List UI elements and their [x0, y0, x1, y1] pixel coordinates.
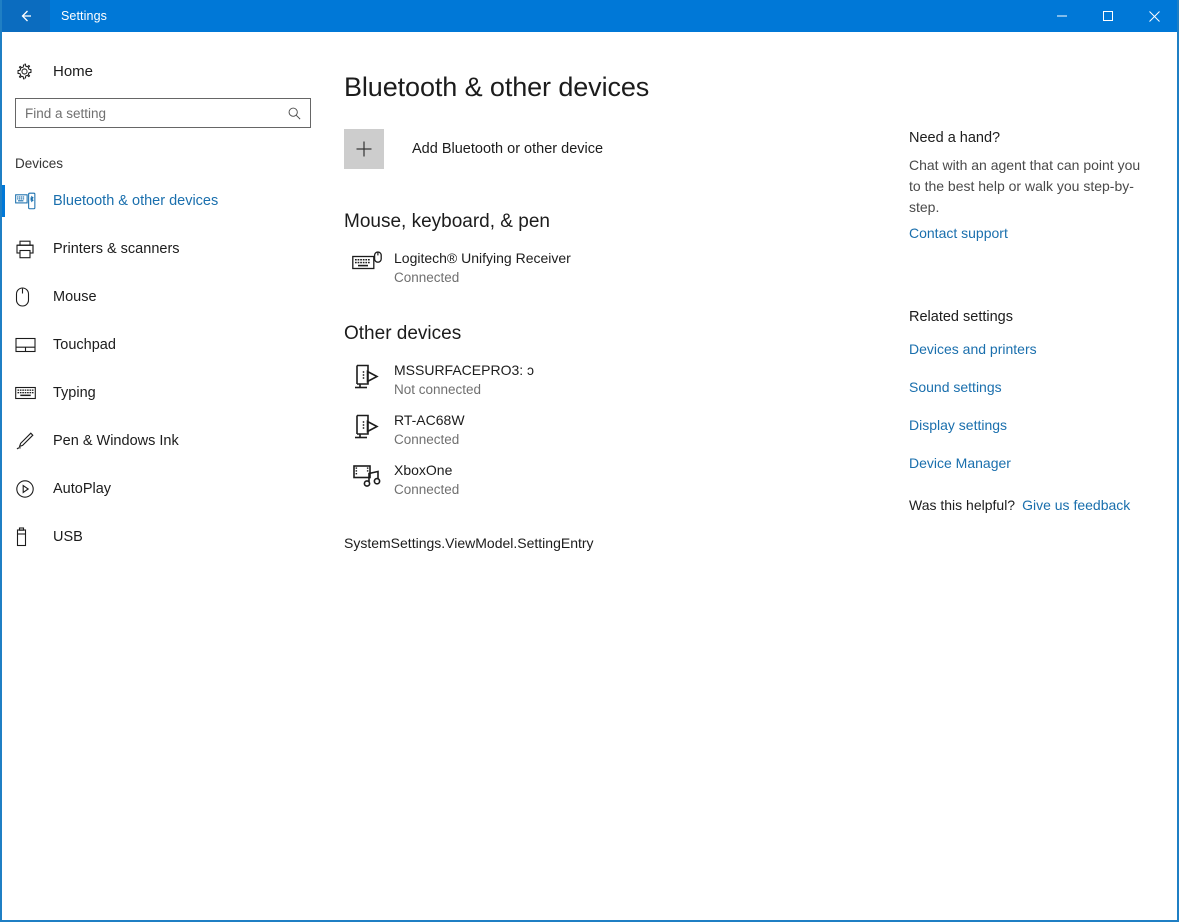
sidebar-nav: Bluetooth & other devices — [2, 177, 324, 561]
search-box[interactable] — [15, 98, 311, 128]
device-status: Connected — [394, 482, 459, 497]
device-list-item[interactable]: MSSURFACEPRO3: ɔ Not connected — [344, 355, 909, 405]
device-group: Mouse, keyboard, & pen — [344, 211, 909, 293]
sidebar-item-label: Mouse — [45, 289, 97, 305]
sidebar-item-label: Pen & Windows Ink — [45, 433, 179, 449]
minimize-button[interactable] — [1039, 0, 1085, 32]
device-status: Not connected — [394, 382, 481, 397]
device-group: Other devices MSSURFACEPRO3: — [344, 323, 909, 505]
gear-icon — [15, 62, 45, 81]
window-body: Home Devices — [2, 32, 1177, 920]
sidebar-section-label: Devices — [2, 128, 324, 177]
device-status: Connected — [394, 432, 459, 447]
keyboard-icon — [15, 386, 45, 400]
devices-and-printers-link[interactable]: Devices and printers — [909, 341, 1177, 357]
title-bar: Settings — [2, 0, 1177, 32]
sidebar-item-touchpad[interactable]: Touchpad — [2, 321, 324, 369]
cast-display-icon — [344, 410, 390, 441]
device-manager-link[interactable]: Device Manager — [909, 455, 1177, 471]
rail-spacer — [909, 263, 1177, 309]
minimize-icon — [1056, 10, 1068, 22]
device-info: XboxOne Connected — [390, 460, 459, 500]
device-list-item[interactable]: XboxOne Connected — [344, 455, 909, 505]
sidebar-item-bluetooth-other-devices[interactable]: Bluetooth & other devices — [2, 177, 324, 225]
sidebar-item-pen-windows-ink[interactable]: Pen & Windows Ink — [2, 417, 324, 465]
help-heading: Need a hand? — [909, 130, 1177, 146]
back-button[interactable] — [2, 0, 50, 32]
device-name: MSSURFACEPRO3: ɔ — [394, 362, 534, 378]
device-status: Connected — [394, 270, 459, 285]
sidebar-item-autoplay[interactable]: AutoPlay — [2, 465, 324, 513]
search-container — [2, 98, 324, 128]
sidebar-item-label: USB — [45, 529, 83, 545]
contact-support-link[interactable]: Contact support — [909, 225, 1177, 241]
search-icon[interactable] — [284, 103, 304, 123]
give-us-feedback-link[interactable]: Give us feedback — [1022, 497, 1130, 513]
maximize-button[interactable] — [1085, 0, 1131, 32]
printer-icon — [15, 240, 45, 259]
touchpad-icon — [15, 337, 45, 353]
sidebar-item-label: Bluetooth & other devices — [45, 193, 218, 209]
sidebar-item-label: AutoPlay — [45, 481, 111, 497]
sidebar-item-label: Touchpad — [45, 337, 116, 353]
usb-icon — [15, 527, 45, 547]
bluetooth-devices-icon — [15, 192, 45, 210]
home-label: Home — [45, 63, 93, 80]
back-arrow-icon — [16, 6, 36, 26]
device-group-title: Other devices — [344, 323, 909, 345]
settings-entry-debug-text: SystemSettings.ViewModel.SettingEntry — [344, 535, 909, 551]
sidebar-item-mouse[interactable]: Mouse — [2, 273, 324, 321]
feedback-row: Was this helpful? Give us feedback — [909, 497, 1177, 513]
cast-display-icon — [344, 360, 390, 391]
device-group-title: Mouse, keyboard, & pen — [344, 211, 909, 233]
settings-window: Settings — [0, 0, 1179, 922]
device-list-item[interactable]: Logitech® Unifying Receiver Connected — [344, 243, 909, 293]
add-device-button[interactable]: Add Bluetooth or other device — [344, 129, 909, 169]
pen-icon — [15, 431, 45, 451]
device-name: Logitech® Unifying Receiver — [394, 250, 571, 266]
display-settings-link[interactable]: Display settings — [909, 417, 1177, 433]
keyboard-mouse-icon — [344, 248, 390, 273]
related-settings-links: Devices and printers Sound settings Disp… — [909, 341, 1177, 471]
feedback-question: Was this helpful? — [909, 497, 1015, 513]
plus-icon — [344, 129, 384, 169]
close-button[interactable] — [1131, 0, 1177, 32]
sidebar-item-usb[interactable]: USB — [2, 513, 324, 561]
sidebar: Home Devices — [2, 32, 324, 920]
maximize-icon — [1102, 10, 1114, 22]
close-icon — [1148, 10, 1161, 23]
sidebar-item-home[interactable]: Home — [2, 54, 324, 88]
related-settings-heading: Related settings — [909, 309, 1177, 325]
device-info: Logitech® Unifying Receiver Connected — [390, 248, 571, 288]
mouse-icon — [15, 287, 45, 307]
search-input[interactable] — [16, 99, 310, 127]
sidebar-item-label: Typing — [45, 385, 96, 401]
page-title: Bluetooth & other devices — [344, 72, 909, 103]
device-name: RT-AC68W — [394, 412, 465, 428]
sidebar-item-label: Printers & scanners — [45, 241, 180, 257]
device-list-item[interactable]: RT-AC68W Connected — [344, 405, 909, 455]
titlebar-drag-region — [107, 0, 1039, 32]
media-device-icon — [344, 460, 390, 489]
device-info: MSSURFACEPRO3: ɔ Not connected — [390, 360, 534, 400]
window-title: Settings — [50, 0, 107, 32]
right-rail: Need a hand? Chat with an agent that can… — [909, 32, 1177, 920]
sidebar-item-typing[interactable]: Typing — [2, 369, 324, 417]
help-body-text: Chat with an agent that can point you to… — [909, 155, 1141, 218]
autoplay-icon — [15, 479, 45, 499]
device-name: XboxOne — [394, 462, 452, 478]
device-info: RT-AC68W Connected — [390, 410, 465, 450]
main-content: Bluetooth & other devices Add Bluetooth … — [324, 32, 909, 920]
add-device-label: Add Bluetooth or other device — [384, 141, 603, 157]
sound-settings-link[interactable]: Sound settings — [909, 379, 1177, 395]
sidebar-item-printers-scanners[interactable]: Printers & scanners — [2, 225, 324, 273]
